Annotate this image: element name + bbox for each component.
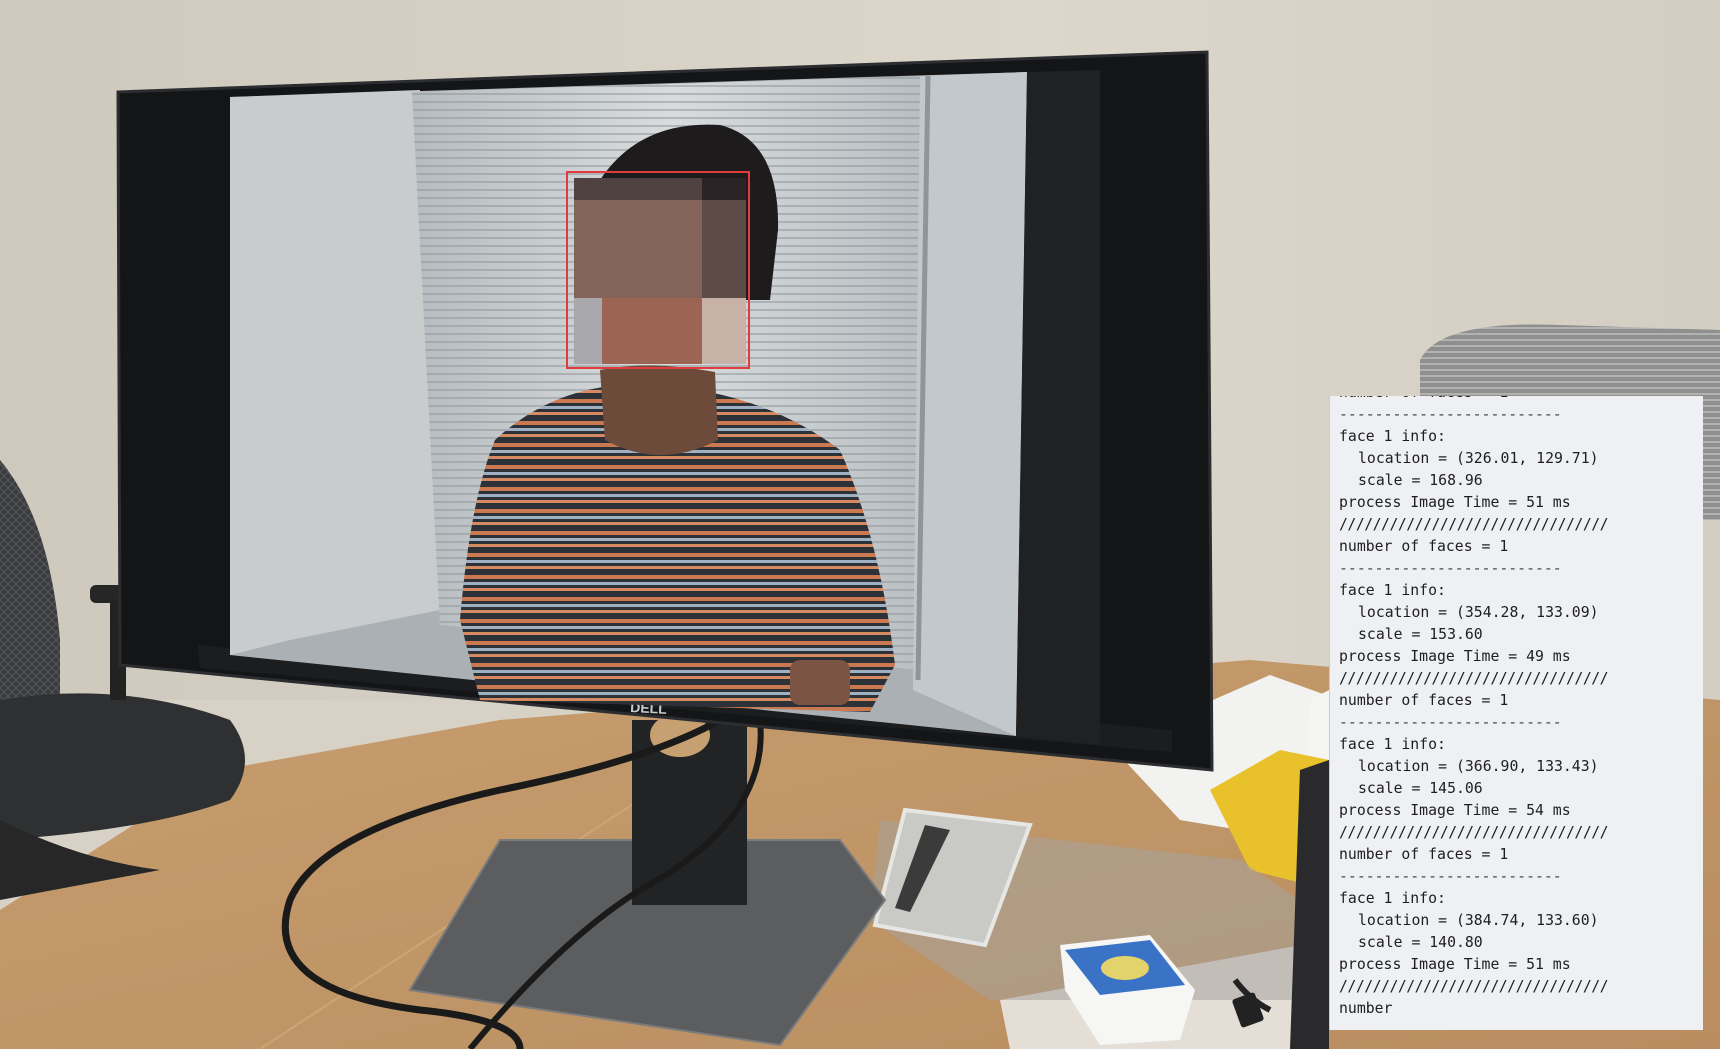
console-line: face 1 info:	[1339, 736, 1446, 753]
console-line: -------------------------	[1339, 560, 1562, 577]
console-line: scale = 168.96	[1358, 472, 1483, 489]
console-line: face 1 info:	[1339, 890, 1446, 907]
console-line: face 1 info:	[1339, 582, 1446, 599]
camera-feed	[230, 72, 1027, 736]
console-line: process Image Time = 49 ms	[1339, 648, 1571, 665]
console-line: process Image Time = 54 ms	[1339, 802, 1571, 819]
console-line: location = (366.90, 133.43)	[1358, 758, 1599, 775]
console-line: scale = 145.06	[1358, 780, 1483, 797]
console-line: ////////////////////////////////	[1339, 824, 1609, 841]
console-line: location = (354.28, 133.09)	[1358, 604, 1599, 621]
console-line: scale = 140.80	[1358, 934, 1483, 951]
console-line: location = (326.01, 129.71)	[1358, 450, 1599, 467]
console-line: number of faces = 1	[1339, 846, 1509, 863]
console-line: number of faces = 1	[1339, 692, 1509, 709]
console-line: ////////////////////////////////	[1339, 978, 1609, 995]
console-output-panel: number of faces = 1 ---------------------…	[1329, 396, 1703, 1030]
console-line: -------------------------	[1339, 868, 1562, 885]
console-line: number of faces = 1	[1339, 538, 1509, 555]
console-line: ////////////////////////////////	[1339, 670, 1609, 687]
console-lines: number of faces = 1 ---------------------…	[1339, 396, 1703, 1020]
console-line: -------------------------	[1339, 406, 1562, 423]
console-line: process Image Time = 51 ms	[1339, 956, 1571, 973]
console-line: number	[1339, 1000, 1393, 1017]
console-line: face 1 info:	[1339, 428, 1446, 445]
console-line: process Image Time = 51 ms	[1339, 494, 1571, 511]
pixelated-face	[574, 178, 746, 364]
console-line: ////////////////////////////////	[1339, 516, 1609, 533]
console-line: -------------------------	[1339, 714, 1562, 731]
console-line: location = (384.74, 133.60)	[1358, 912, 1599, 929]
console-line: number of faces = 1	[1339, 396, 1703, 404]
console-line: scale = 153.60	[1358, 626, 1483, 643]
